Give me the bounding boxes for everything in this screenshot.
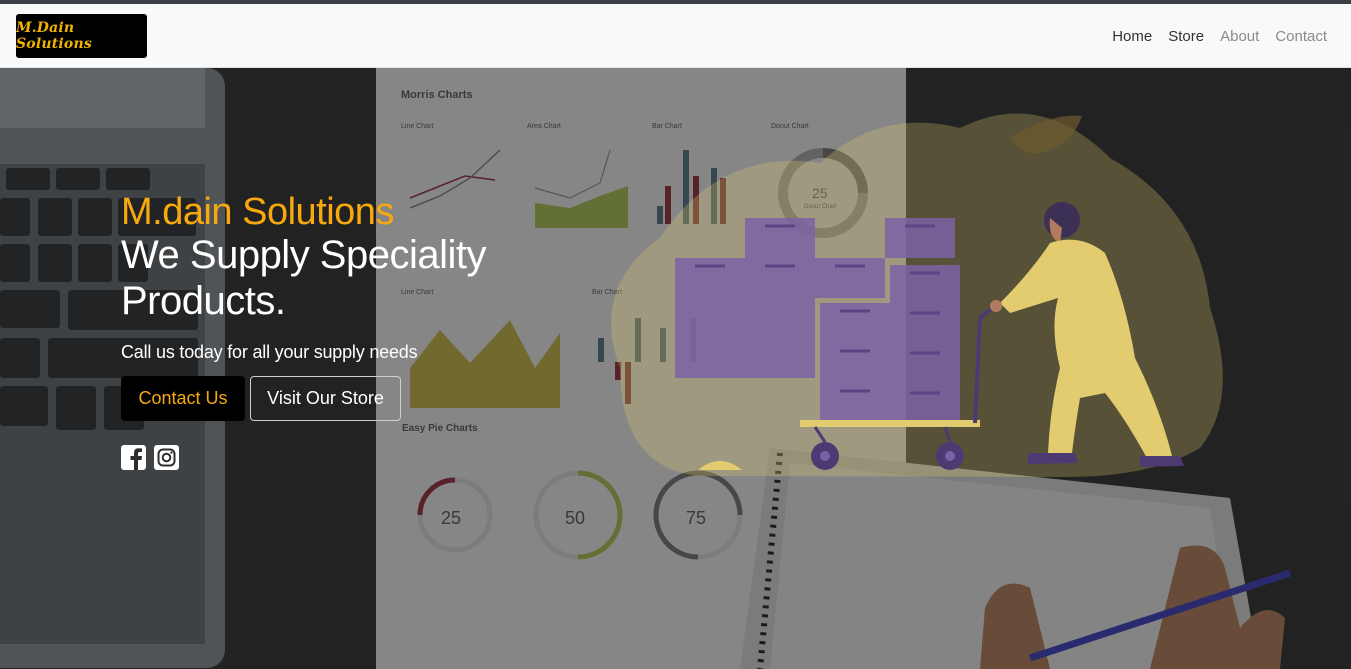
nav-links: Home Store About Contact [1112, 4, 1327, 68]
hero-subtitle: Call us today for all your supply needs [121, 342, 418, 362]
social-links [121, 445, 581, 470]
hero-headline-line1: We Supply Speciality [121, 233, 487, 277]
hero-section: Morris Charts Line Chart Area Chart Bar … [0, 68, 1351, 669]
instagram-icon[interactable] [154, 445, 179, 470]
nav-about-link[interactable]: About [1220, 28, 1259, 45]
visit-store-button[interactable]: Visit Our Store [250, 376, 401, 421]
facebook-icon[interactable] [121, 445, 146, 470]
hero-headline-line2: Products. [121, 279, 286, 323]
nav-home-link[interactable]: Home [1112, 28, 1152, 45]
hero-brand-title: M.dain Solutions [121, 191, 394, 233]
nav-store-link[interactable]: Store [1168, 28, 1204, 45]
navbar: M.Dain Solutions Home Store About Contac… [0, 4, 1351, 68]
hero-text-block: M.dain Solutions We Supply Speciality Pr… [121, 192, 581, 470]
brand-logo-text: M.Dain Solutions [16, 20, 92, 52]
nav-contact-link[interactable]: Contact [1275, 28, 1327, 45]
contact-us-button[interactable]: Contact Us [121, 376, 245, 421]
brand-logo[interactable]: M.Dain Solutions [16, 14, 147, 58]
hero-buttons: Contact Us Visit Our Store [121, 376, 581, 421]
